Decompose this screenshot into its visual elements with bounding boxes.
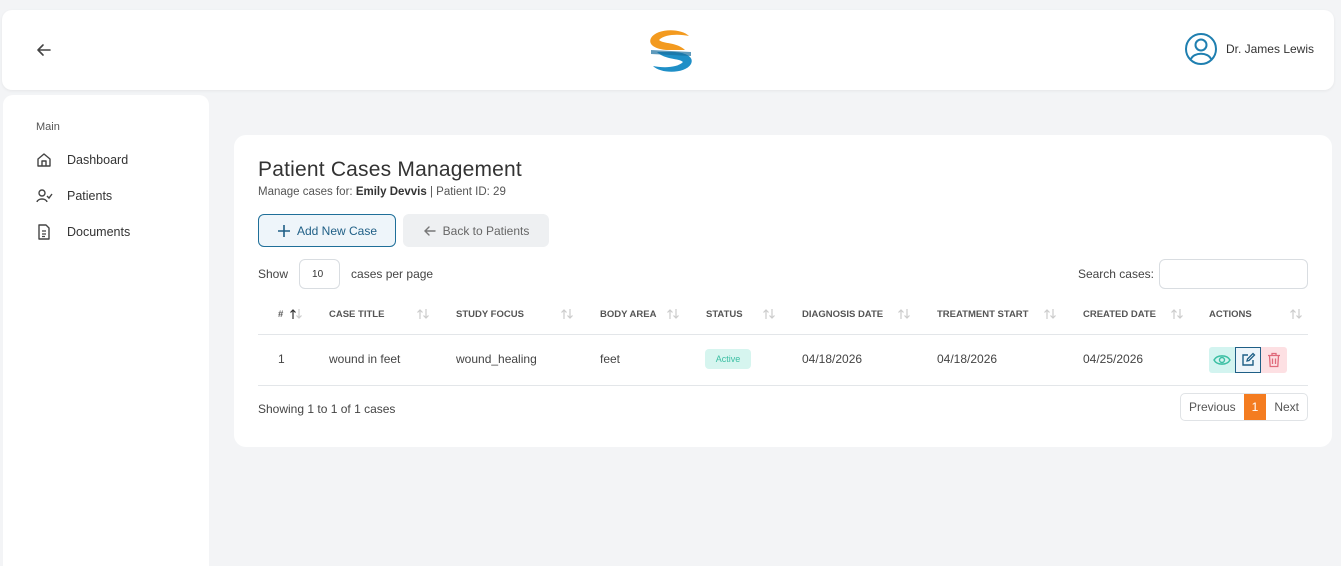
col-treatment-start[interactable]: TREATMENT START (937, 309, 1028, 320)
sort-icon[interactable] (560, 307, 574, 321)
col-study-focus[interactable]: STUDY FOCUS (456, 309, 524, 320)
document-icon (38, 224, 50, 240)
status-badge: Active (705, 349, 751, 369)
sort-asc-icon[interactable] (289, 307, 303, 321)
sidebar: Main Dashboard Patients Documents (3, 95, 209, 566)
sort-icon[interactable] (1170, 307, 1184, 321)
col-num[interactable]: # (278, 309, 283, 320)
previous-page-button[interactable]: Previous (1181, 394, 1244, 420)
arrow-left-icon (423, 225, 436, 236)
user-menu[interactable]: Dr. James Lewis (1184, 32, 1314, 66)
sort-icon[interactable] (666, 307, 680, 321)
page-size-control: Show 10 cases per page (258, 259, 433, 289)
add-new-case-button[interactable]: Add New Case (258, 214, 396, 247)
sidebar-item-label: Documents (67, 225, 131, 239)
cell-num: 1 (278, 352, 285, 366)
sort-icon[interactable] (416, 307, 430, 321)
page-title: Patient Cases Management (258, 158, 522, 181)
user-check-icon (36, 189, 53, 203)
cell-diagnosis-date: 04/18/2026 (802, 352, 863, 366)
show-label: Show (258, 267, 289, 281)
table-row: 1 wound in feet wound_healing feet Activ… (258, 335, 1308, 386)
search-input[interactable] (1159, 259, 1308, 289)
sort-icon[interactable] (1043, 307, 1057, 321)
table-header: # CASE TITLE STUDY FOCUS BODY AREA STATU… (258, 295, 1308, 335)
edit-button[interactable] (1235, 347, 1261, 373)
next-page-button[interactable]: Next (1266, 394, 1307, 420)
sort-icon[interactable] (762, 307, 776, 321)
pagination: Previous 1 Next (1179, 393, 1308, 421)
col-status[interactable]: STATUS (706, 309, 743, 320)
col-diagnosis-date[interactable]: DIAGNOSIS DATE (802, 309, 883, 320)
top-bar: Dr. James Lewis (2, 10, 1334, 90)
sidebar-item-patients[interactable]: Patients (35, 187, 112, 205)
col-case-title[interactable]: CASE TITLE (329, 309, 384, 320)
sidebar-item-label: Dashboard (67, 153, 129, 167)
sidebar-section-label: Main (36, 121, 60, 133)
s-logo-icon (645, 26, 697, 76)
home-icon (37, 153, 51, 167)
subtitle-prefix: Manage cases for: (258, 186, 356, 198)
delete-button[interactable] (1261, 347, 1287, 373)
page-size-select[interactable]: 10 (299, 259, 341, 289)
back-to-patients-button[interactable]: Back to Patients (403, 214, 549, 247)
plus-icon (277, 224, 290, 237)
page-1-button[interactable]: 1 (1243, 394, 1267, 420)
view-button[interactable] (1209, 347, 1235, 373)
user-circle-icon (1184, 33, 1217, 65)
sort-icon[interactable] (897, 307, 911, 321)
col-body-area[interactable]: BODY AREA (600, 309, 656, 320)
cell-created-date: 04/25/2026 (1083, 352, 1144, 366)
cell-case-title: wound in feet (329, 352, 401, 366)
edit-icon (1242, 352, 1256, 366)
search-label: Search cases: (1077, 267, 1154, 281)
search-control: Search cases: (1078, 259, 1308, 289)
back-to-patients-label: Back to Patients (442, 223, 530, 238)
cases-card: Patient Cases Management Manage cases fo… (234, 135, 1332, 447)
patient-id: | Patient ID: 29 (426, 186, 506, 198)
cases-table: # CASE TITLE STUDY FOCUS BODY AREA STATU… (258, 295, 1308, 386)
sidebar-item-documents[interactable]: Documents (35, 223, 130, 241)
sort-icon[interactable] (1289, 307, 1303, 321)
patient-subtitle: Manage cases for: Emily Devvis | Patient… (258, 186, 506, 198)
trash-icon (1268, 352, 1280, 368)
cell-study-focus: wound_healing (456, 352, 537, 366)
col-actions: ACTIONS (1209, 309, 1252, 320)
cell-treatment-start: 04/18/2026 (937, 352, 998, 366)
showing-info: Showing 1 to 1 of 1 cases (258, 402, 396, 416)
add-new-case-label: Add New Case (296, 223, 378, 238)
col-created-date[interactable]: CREATED DATE (1083, 309, 1156, 320)
sidebar-item-dashboard[interactable]: Dashboard (35, 151, 128, 169)
user-name: Dr. James Lewis (1225, 42, 1314, 56)
eye-icon (1213, 355, 1231, 365)
per-page-label: cases per page (351, 267, 434, 281)
cell-body-area: feet (600, 352, 621, 366)
sidebar-item-label: Patients (67, 189, 113, 203)
arrow-left-icon[interactable] (34, 40, 54, 60)
patient-name: Emily Devvis (355, 186, 427, 198)
